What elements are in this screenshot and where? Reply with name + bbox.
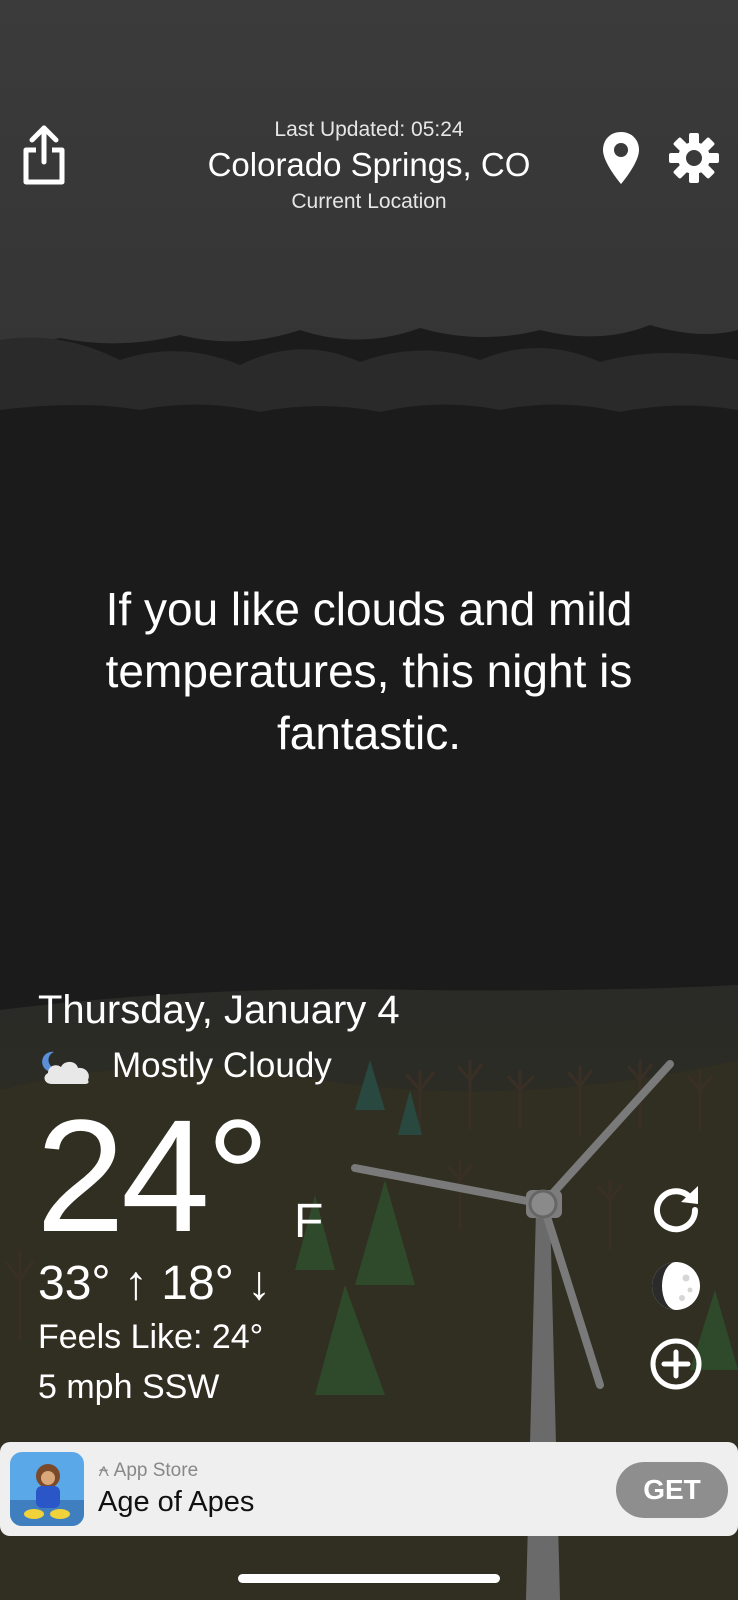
app-store-icon: ⍲: [98, 1460, 114, 1481]
moon-phase-button[interactable]: [648, 1258, 704, 1314]
ad-get-button[interactable]: GET: [616, 1462, 728, 1518]
night-cloudy-icon: [42, 1051, 89, 1084]
moon-phase-icon: [652, 1262, 700, 1310]
high-low-temperature: 33° ↑ 18° ↓: [38, 1257, 272, 1310]
refresh-button[interactable]: [648, 1180, 704, 1236]
ad-store-label: ⍲ App Store: [98, 1460, 198, 1482]
weather-quip: If you like clouds and mild temperatures…: [105, 583, 633, 759]
share-button[interactable]: [20, 124, 68, 186]
wind-speed: 5 mph SSW: [38, 1368, 220, 1406]
ad-app-image: [10, 1452, 84, 1526]
location-button[interactable]: [600, 130, 642, 186]
add-location-button[interactable]: [648, 1336, 704, 1392]
city-name[interactable]: Colorado Springs, CO: [150, 146, 588, 184]
last-updated-label: Last Updated: 05:24: [274, 118, 464, 141]
forecast-date: Thursday, January 4: [38, 988, 400, 1032]
weather-scene-background: [0, 0, 738, 1600]
gear-icon: [669, 133, 719, 183]
location-pin-icon: [603, 132, 639, 184]
share-icon: [23, 125, 65, 185]
home-indicator[interactable]: [238, 1574, 500, 1583]
refresh-icon: [654, 1186, 699, 1233]
ad-banner[interactable]: ⍲ App Store Age of Apes GET: [0, 1442, 738, 1536]
add-icon: [650, 1338, 702, 1390]
current-location-label: Current Location: [291, 190, 447, 213]
app-header: Last Updated: 05:24 Colorado Springs, CO…: [0, 0, 738, 240]
temperature-unit[interactable]: F: [294, 1194, 323, 1249]
ad-title: Age of Apes: [98, 1486, 255, 1518]
feels-like-temperature: Feels Like: 24°: [38, 1318, 264, 1356]
ad-store-text: App Store: [113, 1460, 199, 1481]
settings-button[interactable]: [668, 132, 720, 184]
condition-text: Mostly Cloudy: [112, 1046, 332, 1085]
current-temperature: 24°: [36, 1086, 270, 1265]
